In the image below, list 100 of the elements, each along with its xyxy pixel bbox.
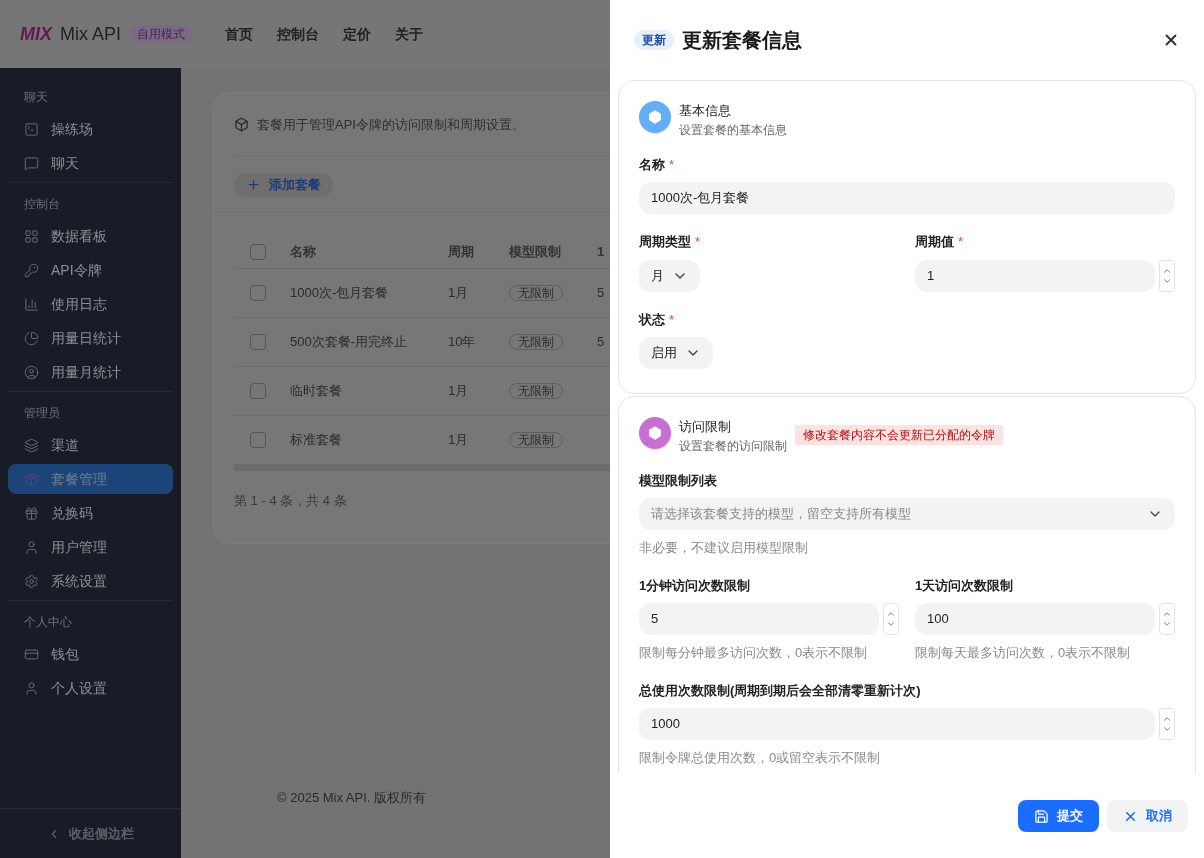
sidebar-section-title: 控制台 <box>23 196 61 213</box>
user-icon <box>24 680 39 696</box>
help-text: 非必要，不建议启用模型限制 <box>639 539 809 557</box>
field-label: 1分钟访问次数限制 <box>639 576 751 595</box>
stepper[interactable] <box>1159 259 1175 292</box>
field-label: 周期值 <box>915 233 954 251</box>
update-tag: 更新 <box>634 30 674 50</box>
terminal-icon <box>24 121 39 137</box>
chevron-down-icon <box>886 619 896 629</box>
number-field[interactable]: 5 <box>639 603 879 635</box>
required-asterisk: * <box>958 233 964 251</box>
section-subtitle: 设置套餐的访问限制 <box>679 437 787 455</box>
plus-icon <box>246 177 261 192</box>
column-header: 模型限制 <box>509 243 561 259</box>
card-icon <box>24 646 39 662</box>
field-label: 周期类型 <box>639 233 691 251</box>
table-cell: 5 <box>597 285 605 301</box>
chat-icon <box>24 155 39 171</box>
sidebar-item[interactable]: 用量月统计 <box>8 357 173 387</box>
save-icon <box>1034 808 1049 824</box>
table-cell: 10年 <box>448 334 476 350</box>
field-label: 状态 <box>639 310 665 329</box>
checkbox[interactable] <box>250 285 266 301</box>
notice-text: 套餐用于管理API令牌的访问限制和周期设置。 <box>257 115 525 134</box>
sidebar-item[interactable]: 钱包 <box>8 639 173 669</box>
sidebar-item[interactable]: 聊天 <box>8 148 173 178</box>
field-label: 名称 <box>639 155 665 174</box>
select-field[interactable]: 请选择该套餐支持的模型，留空支持所有模型 <box>639 498 1175 530</box>
column-header: 周期 <box>448 243 474 259</box>
sidebar-item[interactable]: 兑换码 <box>8 498 173 528</box>
table-cell: 500次套餐-用完终止 <box>290 334 408 350</box>
layers-icon <box>24 437 39 453</box>
warning-badge: 修改套餐内容不会更新已分配的令牌 <box>795 425 1003 445</box>
table-cell: 1月 <box>448 383 469 399</box>
nav-link[interactable]: 控制台 <box>277 23 320 45</box>
stepper[interactable] <box>1159 708 1175 740</box>
sidebar-item[interactable]: 操练场 <box>8 114 173 144</box>
grid-icon <box>24 228 39 244</box>
table-cell: 标准套餐 <box>290 432 342 448</box>
required-asterisk: * <box>669 310 675 329</box>
bar-chart-icon <box>24 296 39 312</box>
cancel-button[interactable]: 取消 <box>1107 800 1188 832</box>
gift-icon <box>24 505 39 521</box>
help-text: 限制每分钟最多访问次数，0表示不限制 <box>639 644 869 662</box>
table-cell: 1月 <box>448 285 469 301</box>
chevron-up-icon <box>886 609 896 619</box>
logo: MIX <box>20 22 52 46</box>
select-field[interactable]: 启用 <box>639 337 713 369</box>
stepper[interactable] <box>1159 603 1175 635</box>
sidebar-item[interactable]: 个人设置 <box>8 673 173 703</box>
chevron-down-icon <box>1162 619 1172 629</box>
checkbox[interactable] <box>250 334 266 350</box>
help-text: 限制每天最多访问次数，0表示不限制 <box>915 644 1132 662</box>
checkbox[interactable] <box>250 243 266 260</box>
stepper[interactable] <box>883 603 899 635</box>
nav-link[interactable]: 关于 <box>395 23 424 45</box>
required-asterisk: * <box>695 233 701 251</box>
sidebar-item[interactable]: 用户管理 <box>8 532 173 562</box>
copyright-text: © 2025 Mix API. 版权所有 <box>277 789 426 807</box>
mode-badge: 自用模式 <box>129 25 194 43</box>
sidebar-item[interactable]: 用量日统计 <box>8 323 173 353</box>
field-label: 1天访问次数限制 <box>915 576 1014 595</box>
input-field[interactable]: 1000次-包月套餐 <box>639 182 1175 214</box>
column-header: 名称 <box>290 243 316 259</box>
key-icon <box>24 262 39 278</box>
package-icon <box>24 471 39 487</box>
pie-chart-icon <box>24 330 39 346</box>
number-field[interactable]: 100 <box>915 603 1155 635</box>
select-field[interactable]: 月 <box>639 259 700 292</box>
checkbox[interactable] <box>250 432 266 448</box>
number-field[interactable]: 1000 <box>639 708 1155 740</box>
nav-link[interactable]: 定价 <box>343 23 372 45</box>
field-label: 模型限制列表 <box>639 471 717 490</box>
settings-icon <box>24 573 39 589</box>
table-cell: 临时套餐 <box>290 383 342 399</box>
column-header: 1 <box>597 243 605 259</box>
nav-link[interactable]: 首页 <box>225 23 254 45</box>
checkbox[interactable] <box>250 383 266 399</box>
user-circle-icon <box>24 364 39 380</box>
table-cell: 1000次-包月套餐 <box>290 285 389 301</box>
section-subtitle: 设置套餐的基本信息 <box>679 121 787 139</box>
chevron-up-icon <box>1162 714 1172 724</box>
sidebar-item[interactable]: 系统设置 <box>8 566 173 596</box>
field-label: 总使用次数限制(周期到期后会全部清零重新计次) <box>639 681 921 700</box>
drawer-title: 更新套餐信息 <box>682 28 802 53</box>
sidebar-section-title: 聊天 <box>23 89 49 106</box>
sidebar-item[interactable]: API令牌 <box>8 255 173 285</box>
required-asterisk: * <box>669 155 675 174</box>
pagination-text: 第 1 - 4 条，共 4 条 <box>234 492 348 510</box>
chevron-up-icon <box>1162 609 1172 619</box>
sidebar-section-title: 管理员 <box>23 405 61 422</box>
sidebar-item[interactable]: 使用日志 <box>8 289 173 319</box>
table-cell: 5 <box>597 334 605 350</box>
submit-button[interactable]: 提交 <box>1018 800 1099 832</box>
sidebar-item[interactable]: 数据看板 <box>8 221 173 251</box>
brand-name: Mix API <box>60 22 122 46</box>
section-title: 访问限制 <box>679 418 732 436</box>
number-field[interactable]: 1 <box>915 259 1155 292</box>
sidebar-item[interactable]: 渠道 <box>8 430 173 460</box>
help-text: 限制令牌总使用次数，0或留空表示不限制 <box>639 749 882 767</box>
